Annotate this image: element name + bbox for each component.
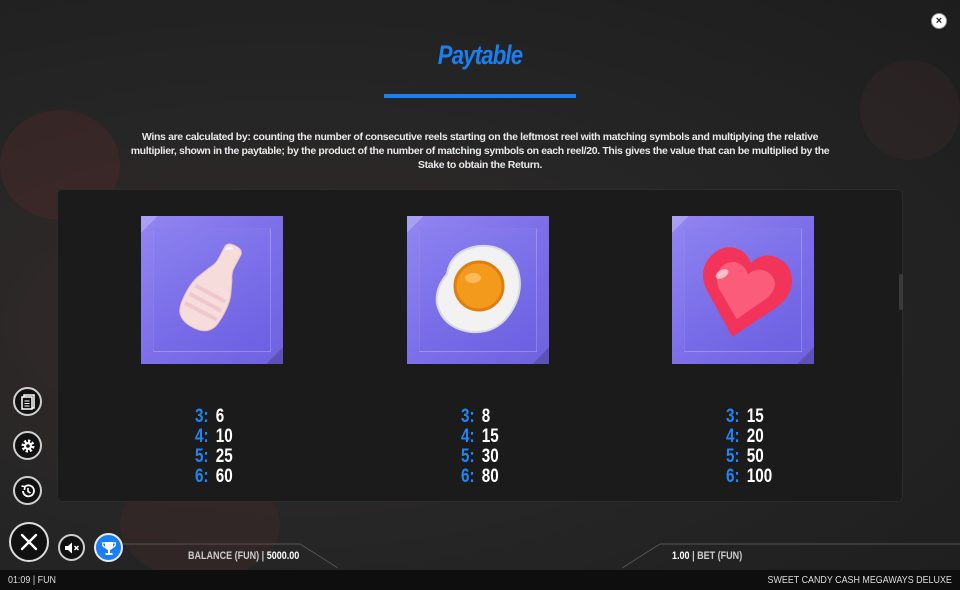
status-bar-frame: [123, 543, 960, 569]
paytable-description: Wins are calculated by: counting the num…: [130, 131, 830, 171]
settings-button[interactable]: [13, 431, 42, 460]
pay-row: 3: 6: [195, 406, 225, 427]
background-candy-right: [860, 60, 960, 160]
bet-label: | BET (FUN): [692, 550, 743, 562]
panel-scrollbar[interactable]: [899, 274, 903, 310]
pay-row: 5: 25: [195, 446, 233, 467]
symbol-pays: 3: 6 4: 10 5: 25 6: 60: [195, 407, 283, 487]
paytable-menu-button[interactable]: [13, 387, 42, 416]
pay-row: 6: 60: [195, 466, 233, 487]
symbol-tile: [141, 216, 283, 364]
settings-icon: [21, 439, 34, 452]
bet-display[interactable]: 1.00 | BET (FUN): [672, 550, 742, 562]
pay-row: 5: 30: [461, 446, 499, 467]
clock-mode-text: 01:09 | FUN: [8, 574, 56, 586]
heart-jelly-icon: [703, 247, 792, 337]
page-title: Paytable: [437, 40, 523, 70]
balance-label: BALANCE (FUN) |: [188, 550, 265, 562]
game-name: SWEET CANDY CASH MEGAWAYS DELUXE: [767, 574, 952, 586]
paytable-close-button[interactable]: ×: [931, 13, 947, 29]
pay-row: 6: 80: [461, 466, 499, 487]
symbol-tile: [672, 216, 814, 364]
footer-bar: 01:09 | FUN SWEET CANDY CASH MEGAWAYS DE…: [0, 570, 960, 590]
symbol-column: 3: 15 4: 20 5: 50 6: 100: [672, 216, 814, 487]
candy-bottle-icon: [179, 243, 242, 332]
title-underline: [384, 94, 576, 98]
balance-display: BALANCE (FUN) | 5000.00: [188, 550, 299, 562]
paytable-icon: [20, 393, 35, 410]
symbol-column: 3: 6 4: 10 5: 25 6: 60: [141, 216, 283, 487]
balance-value: 5000.00: [266, 550, 300, 562]
pay-row: 5: 50: [726, 446, 764, 467]
pay-row: 6: 100: [726, 466, 773, 487]
symbol-tile: [407, 216, 549, 364]
pay-row: 4: 15: [461, 426, 499, 447]
bet-value: 1.00: [672, 550, 690, 562]
symbol-pays: 3: 15 4: 20 5: 50 6: 100: [726, 407, 814, 487]
history-icon: [20, 483, 35, 497]
symbol-pays: 3: 8 4: 15 5: 30 6: 80: [461, 407, 549, 487]
symbol-column: 3: 8 4: 15 5: 30 6: 80: [407, 216, 549, 487]
fried-egg-candy-icon: [435, 244, 521, 334]
pay-row: 3: 8: [461, 406, 491, 427]
pay-row: 3: 15: [726, 406, 764, 427]
history-button[interactable]: [13, 476, 42, 505]
pay-row: 4: 20: [726, 426, 764, 447]
pay-row: 4: 10: [195, 426, 233, 447]
